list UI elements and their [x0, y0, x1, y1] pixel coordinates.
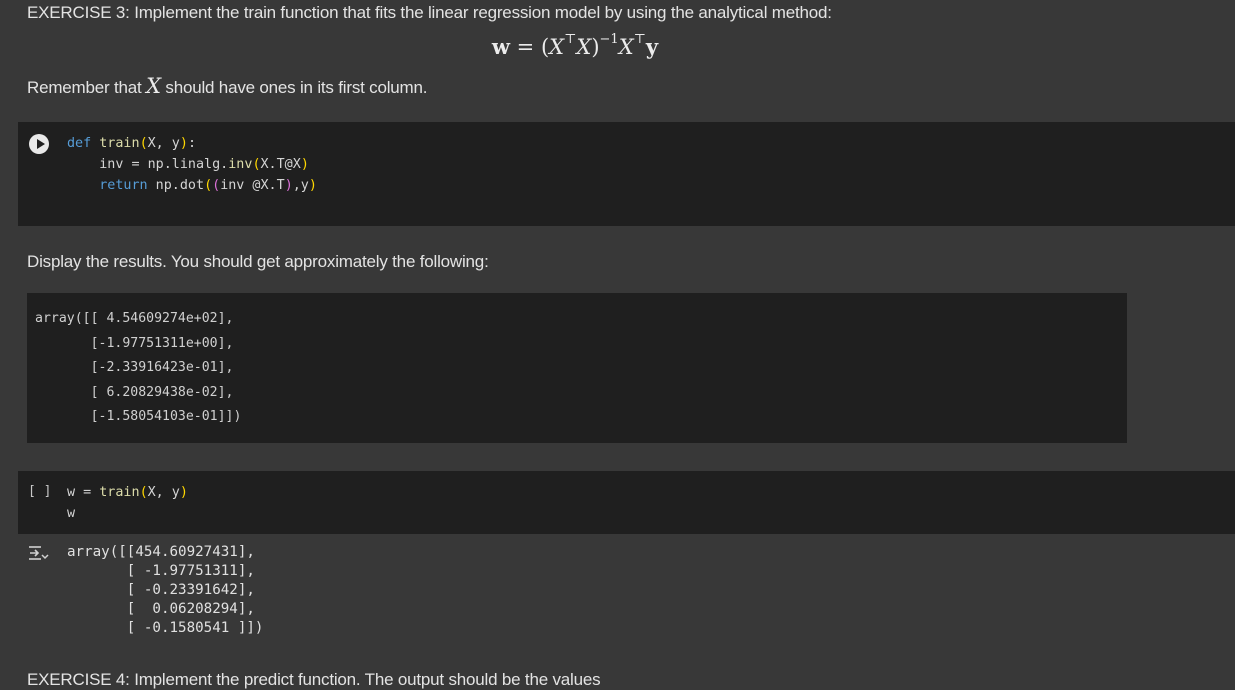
run-cell-button[interactable]: [29, 134, 49, 154]
code-cell-train[interactable]: def train(X, y): inv = np.linalg.inv(X.T…: [18, 122, 1235, 226]
expected-output-text: array([[ 4.54609274e+02], [-1.97751311e+…: [35, 307, 241, 430]
expected-output-block: array([[ 4.54609274e+02], [-1.97751311e+…: [27, 293, 1127, 443]
next-exercise-heading: EXERCISE 4: Implement the predict functi…: [27, 670, 601, 689]
output-icon[interactable]: [27, 544, 49, 564]
cell-output-text: array([[454.60927431], [ -1.97751311], […: [67, 543, 263, 638]
expected-output-line: [-1.97751311e+00],: [35, 335, 234, 351]
display-results-note: Display the results. You should get appr…: [27, 252, 489, 271]
cell-output-line: array([[454.60927431],: [67, 544, 255, 560]
expected-output-line: [ 6.20829438e-02],: [35, 384, 234, 400]
cell-output-line: [ -1.97751311],: [67, 563, 255, 579]
cell-output-line: [ 0.06208294],: [67, 601, 255, 617]
exercise-heading: EXERCISE 3: Implement the train function…: [27, 3, 832, 22]
cell-output-line: [ -0.23391642],: [67, 582, 255, 598]
expected-output-line: [-2.33916423e-01],: [35, 360, 234, 375]
code-editor[interactable]: w = train(X, y) w: [67, 482, 188, 524]
cell-output-line: [ -0.1580541 ]]): [67, 620, 264, 636]
execution-count[interactable]: [ ]: [28, 484, 51, 499]
code-cell-call-train[interactable]: w = train(X, y) w: [18, 471, 1235, 534]
code-editor[interactable]: def train(X, y): inv = np.linalg.inv(X.T…: [67, 133, 317, 196]
expected-output-line: [-1.58054103e-01]]): [35, 409, 242, 424]
formula: w = (X⊤X)−1X⊤y: [491, 32, 659, 59]
expected-output-line: array([[ 4.54609274e+02],: [35, 311, 234, 326]
remember-note: Remember that X should have ones in its …: [27, 74, 428, 98]
